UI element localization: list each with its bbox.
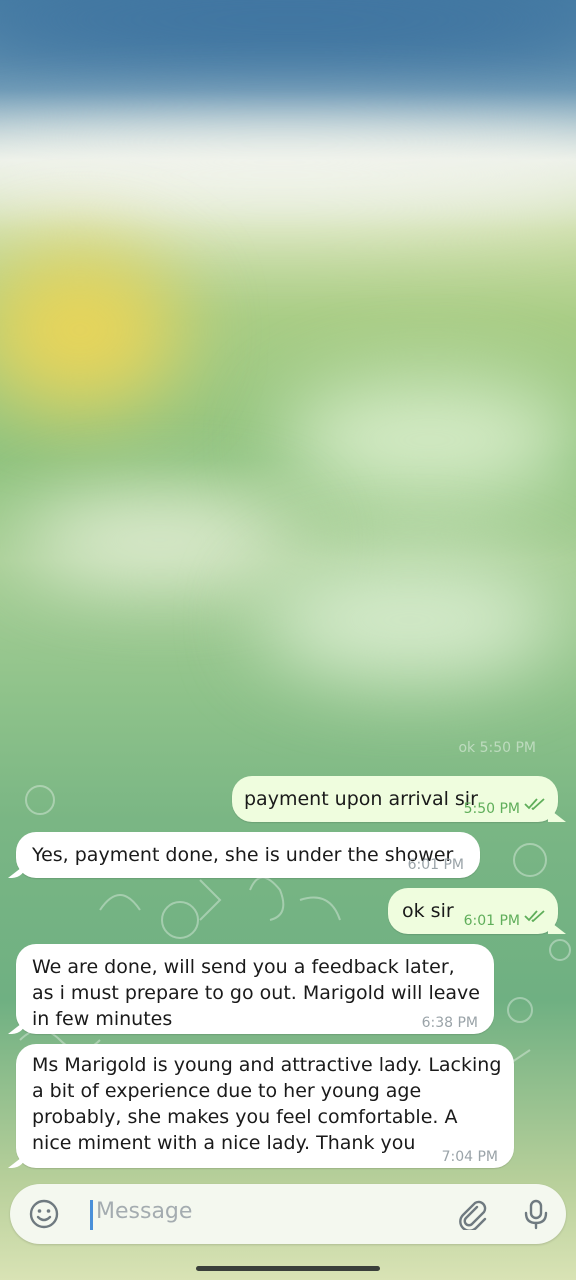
message-bubble-incoming[interactable]: We are done, will send you a feedback la… — [16, 944, 494, 1034]
message-time: 6:38 PM — [421, 1015, 478, 1031]
home-indicator[interactable] — [196, 1266, 380, 1271]
message-time: 6:01 PM — [463, 913, 520, 929]
message-text: Ms Marigold is young and attractive lady… — [32, 1054, 502, 1154]
message-text: payment upon arrival sir — [244, 788, 478, 810]
previous-message-peek: ok 5:50 PM — [458, 740, 536, 756]
attach-icon[interactable] — [456, 1198, 488, 1230]
blurred-wallpaper — [0, 0, 576, 760]
read-checkmarks-icon — [524, 910, 545, 922]
message-bubble-outgoing[interactable]: ok sir 6:01 PM — [388, 888, 558, 934]
text-cursor — [90, 1200, 93, 1230]
emoji-icon[interactable] — [28, 1198, 60, 1230]
message-bubble-outgoing[interactable]: payment upon arrival sir 5:50 PM — [232, 776, 558, 822]
microphone-icon[interactable] — [520, 1198, 552, 1230]
message-text: Yes, payment done, she is under the show… — [32, 844, 454, 866]
message-input[interactable]: Message — [96, 1199, 192, 1224]
message-time: 5:50 PM — [463, 801, 520, 817]
message-time: 6:01 PM — [407, 857, 464, 873]
message-text: We are done, will send you a feedback la… — [32, 956, 480, 1030]
message-bubble-incoming[interactable]: Yes, payment done, she is under the show… — [16, 832, 480, 878]
read-checkmarks-icon — [524, 798, 545, 810]
message-bubble-incoming[interactable]: Ms Marigold is young and attractive lady… — [16, 1044, 514, 1168]
message-text: ok sir — [402, 900, 454, 922]
message-time: 7:04 PM — [441, 1149, 498, 1165]
message-composer[interactable]: Message — [10, 1184, 566, 1244]
